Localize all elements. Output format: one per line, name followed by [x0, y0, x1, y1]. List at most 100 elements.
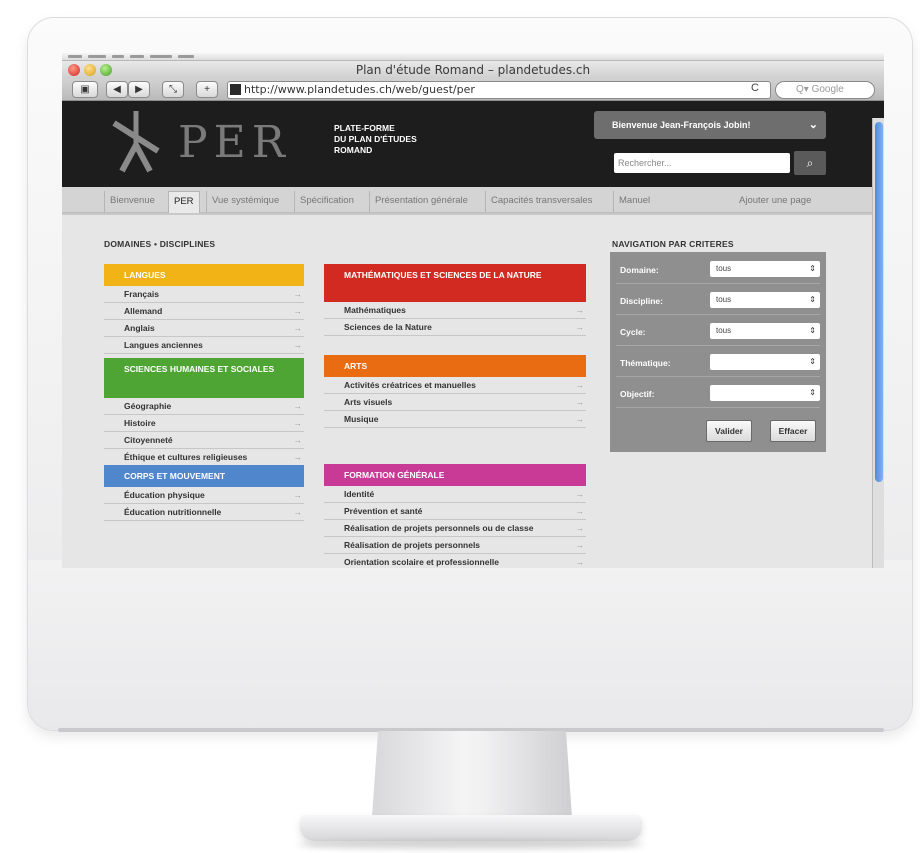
domain-header[interactable]: ARTS	[324, 355, 586, 377]
reload-icon[interactable]: C	[746, 82, 764, 96]
add-page-link[interactable]: Ajouter une page	[734, 191, 816, 213]
user-menu-button[interactable]: Bienvenue Jean-François Jobin! ⌄	[594, 111, 826, 139]
site-search-input[interactable]: Rechercher...	[614, 153, 790, 173]
shrink-button[interactable]: ⤡	[162, 81, 184, 98]
tab-per[interactable]: PER	[168, 191, 200, 213]
discipline-label: Éducation nutritionnelle	[124, 507, 222, 517]
arrow-right-icon: →	[575, 380, 585, 390]
updown-icon: ⇕	[809, 357, 816, 366]
forward-button[interactable]: ▶	[128, 81, 150, 98]
discipline-link[interactable]: Orientation scolaire et professionnelle →	[324, 554, 586, 568]
domaine-select[interactable]: tous ⇕	[710, 261, 820, 277]
discipline-label: Musique	[344, 414, 379, 424]
discipline-select[interactable]: tous ⇕	[710, 292, 820, 308]
platform-tagline: PLATE-FORME DU PLAN D'ÉTUDES ROMAND	[334, 123, 417, 156]
discipline-link[interactable]: Éducation physique →	[104, 487, 304, 504]
criteria-label: Objectif:	[620, 389, 655, 399]
discipline-link[interactable]: Langues anciennes →	[104, 337, 304, 354]
discipline-link[interactable]: Activités créatrices et manuelles →	[324, 377, 586, 394]
discipline-link[interactable]: Mathématiques →	[324, 302, 586, 319]
arrow-right-icon: →	[575, 540, 585, 550]
domain-header[interactable]: CORPS ET MOUVEMENT	[104, 465, 304, 487]
vertical-scrollbar[interactable]	[872, 118, 884, 568]
chevron-down-icon: ⌄	[808, 119, 818, 131]
domain-group: MATHÉMATIQUES ET SCIENCES DE LA NATURE Ma…	[324, 264, 586, 336]
arrow-right-icon: →	[293, 490, 303, 500]
tab-capacites-transversales[interactable]: Capacités transversales	[485, 191, 597, 213]
discipline-link[interactable]: Histoire →	[104, 415, 304, 432]
clear-button[interactable]: Effacer	[770, 420, 816, 442]
favicon-icon	[230, 84, 241, 95]
imac-stand	[372, 731, 572, 817]
discipline-link[interactable]: Éducation nutritionnelle →	[104, 504, 304, 521]
thematique-select[interactable]: ⇕	[710, 354, 820, 370]
search-button[interactable]: ⌕	[794, 151, 826, 175]
tab-bienvenue[interactable]: Bienvenue	[104, 191, 160, 213]
tab-manuel[interactable]: Manuel	[613, 191, 655, 213]
menu-bar	[62, 53, 884, 61]
discipline-link[interactable]: Réalisation de projets personnels ou de …	[324, 520, 586, 537]
discipline-link[interactable]: Réalisation de projets personnels →	[324, 537, 586, 554]
criteria-row-discipline: Discipline: tous ⇕	[616, 288, 820, 315]
arrow-right-icon: →	[575, 305, 585, 315]
back-button[interactable]: ◀	[106, 81, 128, 98]
browser-toolbar: ▣ ◀ ▶ ⤡ + http://www.plandetudes.ch/web/…	[62, 79, 884, 101]
domain-header[interactable]: SCIENCES HUMAINES ET SOCIALES	[104, 358, 304, 398]
domain-group: CORPS ET MOUVEMENT Éducation physique → Édu…	[104, 465, 304, 521]
nav-tabs: Bienvenue PER Vue systémique Spécificati…	[62, 187, 884, 213]
forward-arrow-icon: ▶	[135, 84, 143, 95]
arrow-right-icon: →	[575, 523, 585, 533]
arrow-right-icon: →	[293, 452, 303, 462]
objectif-select[interactable]: ⇕	[710, 385, 820, 401]
screen: Plan d'étude Romand – plandetudes.ch ▣ ◀…	[62, 53, 884, 568]
discipline-label: Prévention et santé	[344, 506, 423, 516]
select-value: tous	[716, 326, 732, 335]
tab-specification[interactable]: Spécification	[294, 191, 359, 213]
welcome-text: Bienvenue Jean-François Jobin!	[612, 120, 751, 130]
imac-stand-base	[300, 815, 642, 841]
back-arrow-icon: ◀	[113, 84, 121, 95]
discipline-link[interactable]: Musique →	[324, 411, 586, 428]
search-icon: ⌕	[806, 156, 814, 170]
select-value: tous	[716, 295, 732, 304]
bookmarks-button[interactable]: ▣	[72, 81, 98, 98]
criteria-row-thematique: Thématique: ⇕	[616, 350, 820, 377]
domain-group: LANGUES Français → Allemand → Anglais → Langues…	[104, 264, 304, 354]
domain-group: ARTS Activités créatrices et manuelles → Ar…	[324, 355, 586, 428]
scrollbar-thumb[interactable]	[875, 122, 883, 482]
discipline-link[interactable]: Arts visuels →	[324, 394, 586, 411]
address-bar[interactable]: http://www.plandetudes.ch/web/guest/per	[227, 81, 771, 99]
tab-presentation-generale[interactable]: Présentation générale	[369, 191, 473, 213]
updown-icon: ⇕	[809, 388, 816, 397]
discipline-link[interactable]: Éthique et cultures religieuses →	[104, 449, 304, 466]
criteria-row-objectif: Objectif: ⇕	[616, 381, 820, 408]
discipline-label: Sciences de la Nature	[344, 322, 432, 332]
criteria-label: Thématique:	[620, 358, 671, 368]
address-bar-url: http://www.plandetudes.ch/web/guest/per	[244, 83, 475, 96]
discipline-link[interactable]: Identité →	[324, 486, 586, 503]
stand-shadow	[296, 840, 646, 850]
tab-vue-systemique[interactable]: Vue systémique	[206, 191, 284, 213]
add-bookmark-button[interactable]: +	[196, 81, 218, 98]
arrow-right-icon: →	[293, 507, 303, 517]
google-search-field[interactable]: Q▾ Google	[775, 81, 875, 99]
domain-group: FORMATION GÉNÉRALE Identité → Prévention et…	[324, 464, 586, 568]
criteria-label: Cycle:	[620, 327, 646, 337]
discipline-label: Réalisation de projets personnels	[344, 540, 481, 550]
discipline-link[interactable]: Anglais →	[104, 320, 304, 337]
tagline-line: PLATE-FORME	[334, 123, 395, 133]
discipline-link[interactable]: Allemand →	[104, 303, 304, 320]
domain-header[interactable]: FORMATION GÉNÉRALE	[324, 464, 586, 486]
domain-header[interactable]: LANGUES	[104, 264, 304, 286]
discipline-link[interactable]: Citoyenneté →	[104, 432, 304, 449]
domain-header[interactable]: MATHÉMATIQUES ET SCIENCES DE LA NATURE	[324, 264, 586, 302]
cycle-select[interactable]: tous ⇕	[710, 323, 820, 339]
discipline-label: Arts visuels	[344, 397, 393, 407]
validate-button[interactable]: Valider	[706, 420, 752, 442]
discipline-link[interactable]: Sciences de la Nature →	[324, 319, 586, 336]
discipline-link[interactable]: Géographie →	[104, 398, 304, 415]
arrow-right-icon: →	[575, 397, 585, 407]
discipline-label: Français	[124, 289, 159, 299]
discipline-link[interactable]: Prévention et santé →	[324, 503, 586, 520]
discipline-link[interactable]: Français →	[104, 286, 304, 303]
